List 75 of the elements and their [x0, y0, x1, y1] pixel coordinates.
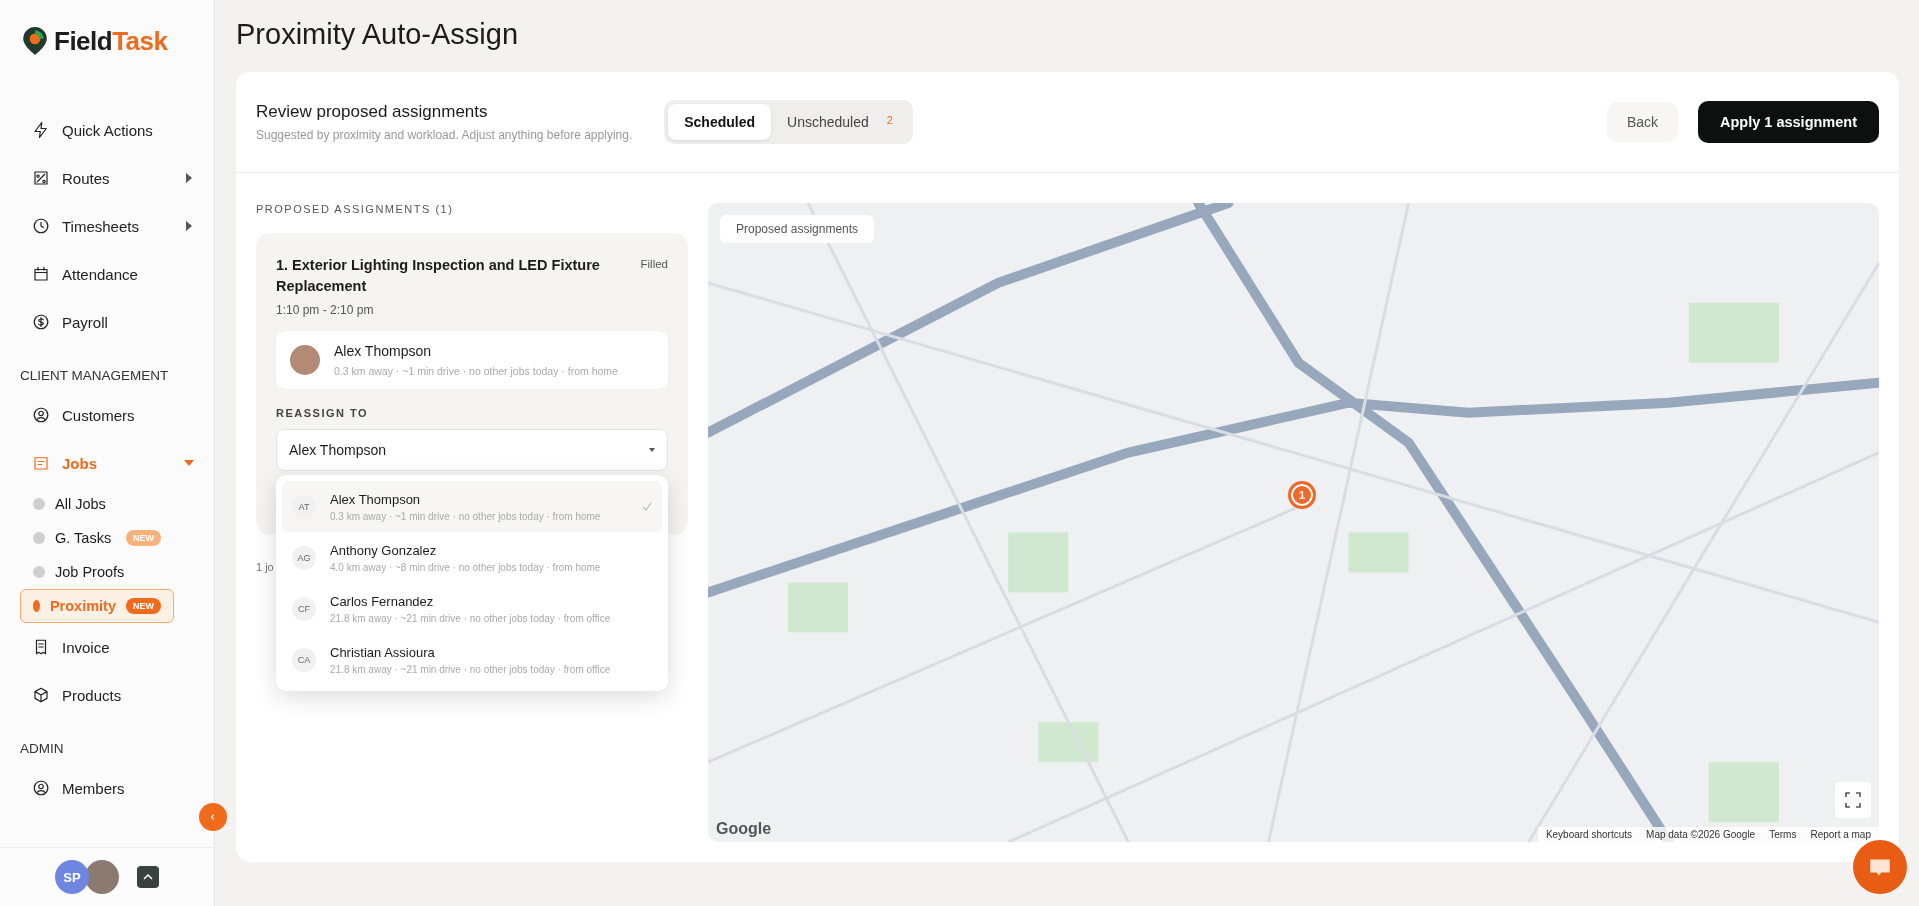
avatar-placeholder [290, 345, 320, 375]
caret-icon [184, 173, 194, 183]
dropdown-option[interactable]: CA Christian Assioura 21.8 km away · ~21 min drive · no other jobs today · from office [276, 634, 668, 685]
back-button[interactable]: Back [1606, 102, 1678, 142]
check-icon [642, 501, 652, 512]
field-label: REASSIGN TO [276, 407, 370, 419]
initials-avatar: CF [292, 596, 316, 621]
map-attribution-link[interactable]: Keyboard shortcuts [1545, 829, 1633, 840]
nav-item[interactable]: Attendance [20, 250, 214, 298]
chevron-left-icon [209, 813, 217, 821]
avatar-placeholder [85, 860, 119, 894]
route-icon [32, 169, 50, 187]
new-badge: NEW [126, 530, 161, 546]
map-attribution-link[interactable]: Report a map [1810, 829, 1871, 840]
nav-item[interactable]: Products [20, 671, 214, 719]
summary-text: 1 jo [256, 561, 274, 573]
job-title: 1. Exterior Lighting Inspection and LED Fixture Replacement [276, 256, 601, 296]
chevron-up-icon [143, 872, 153, 882]
assignee-name: Alex Thompson [334, 343, 432, 359]
dot-icon [33, 600, 40, 612]
expand-button[interactable] [137, 866, 159, 888]
new-badge: NEW [126, 598, 161, 614]
nav-section-heading: ADMIN [20, 741, 65, 756]
map-overlay-label: Proposed assignments [720, 215, 875, 243]
initials-avatar: CA [292, 647, 316, 672]
nav-item[interactable]: Routes [20, 154, 214, 202]
dot-icon [33, 498, 45, 510]
user-icon [32, 406, 50, 424]
nav-item[interactable]: Timesheets [20, 202, 214, 250]
briefcase-icon [32, 454, 50, 472]
nav-item[interactable]: Customers [20, 391, 214, 439]
status-label: Filled [640, 257, 668, 270]
caret-icon [649, 448, 655, 452]
section-subtitle: Suggested by proximity and workload. Adjust anything before applying. [256, 128, 633, 142]
map-attribution-link[interactable]: Map data ©2026 Google [1646, 829, 1756, 840]
dot-icon [33, 532, 45, 544]
box-icon [32, 686, 50, 704]
dropdown-option[interactable]: AT Alex Thompson 0.3 km away · ~1 min drive · no other jobs today · from home [282, 481, 662, 532]
dot-icon [33, 566, 45, 578]
bolt-icon [32, 121, 50, 139]
nav-item[interactable]: Quick Actions [20, 106, 214, 154]
apply-button[interactable]: Apply 1 assignment [1698, 101, 1879, 143]
nav-section-heading: CLIENT MANAGEMENT [20, 368, 170, 383]
fullscreen-button[interactable] [1835, 782, 1871, 818]
calendar-icon [32, 265, 50, 283]
map-attribution-link[interactable]: Terms [1769, 829, 1797, 840]
fullscreen-icon [1845, 792, 1861, 808]
tab[interactable]: Scheduled [668, 104, 772, 140]
section-label: PROPOSED ASSIGNMENTS (1) [256, 203, 455, 215]
nav-subitem[interactable]: Job Proofs [20, 555, 174, 589]
nav-item[interactable]: Members [20, 764, 214, 812]
chat-button[interactable] [1853, 840, 1907, 894]
dollar-icon [32, 313, 50, 331]
dropdown-option[interactable]: AG Anthony Gonzalez 4.0 km away · ~8 min drive · no other jobs today · from home [276, 532, 668, 583]
brand-name: FieldTask [54, 25, 168, 57]
nav-item[interactable]: Invoice [20, 623, 214, 671]
nav-subitem[interactable]: G. Tasks NEW [20, 521, 174, 555]
initials-avatar: AT [292, 494, 316, 519]
job-time: 1:10 pm - 2:10 pm [276, 303, 375, 317]
map-pin-logo-icon [22, 26, 48, 56]
map-logo: Google [716, 820, 772, 838]
tab[interactable]: Unscheduled 2 [771, 104, 909, 140]
caret-icon [184, 221, 194, 231]
assignee-select[interactable]: Alex Thompson [276, 429, 668, 471]
nav-subitem[interactable]: All Jobs [20, 487, 174, 521]
nav-item[interactable]: Payroll [20, 298, 214, 346]
clock-icon [32, 217, 50, 235]
dropdown-option[interactable]: CF Carlos Fernandez 21.8 km away · ~21 min drive · no other jobs today · from office [276, 583, 668, 634]
caret-icon [184, 458, 194, 468]
collapse-button[interactable] [199, 803, 227, 831]
assignee-details: 0.3 km away · ~1 min drive · no other jobs today · from home [334, 365, 618, 377]
user-icon [32, 779, 50, 797]
page-title: Proximity Auto-Assign [236, 18, 520, 52]
initials-avatar: AG [292, 545, 316, 570]
section-heading: Review proposed assignments [256, 102, 489, 122]
